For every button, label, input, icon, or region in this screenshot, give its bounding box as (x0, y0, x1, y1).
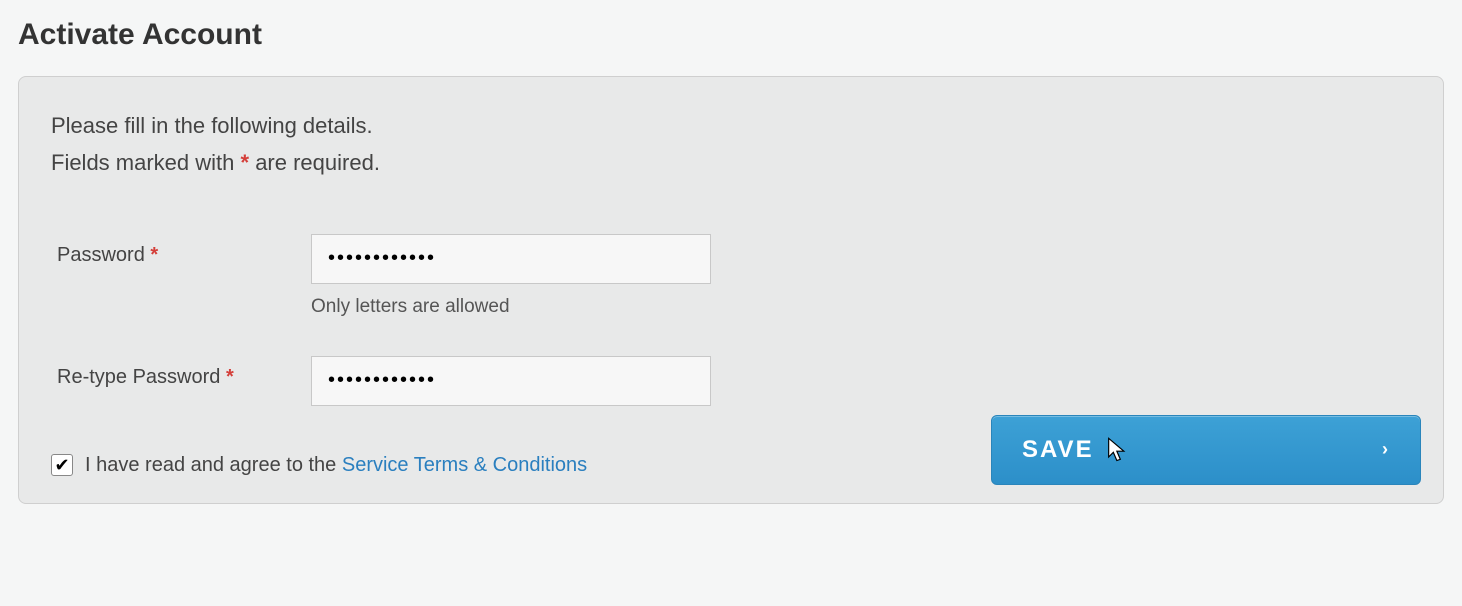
instructions-line2-before: Fields marked with (51, 150, 241, 175)
instructions-line1: Please fill in the following details. (51, 107, 1411, 144)
save-button-label: SAVE (1022, 436, 1094, 464)
password-hint: Only letters are allowed (311, 296, 711, 318)
agree-text-before: I have read and agree to the (85, 454, 342, 476)
instructions-line2-after: are required. (249, 150, 380, 175)
instructions-line2: Fields marked with * are required. (51, 144, 1411, 181)
agree-text: I have read and agree to the Service Ter… (85, 454, 587, 477)
password-input[interactable] (311, 234, 711, 284)
retype-label-text: Re-type Password (57, 366, 226, 388)
page-title: Activate Account (18, 0, 1444, 76)
retype-required-mark: * (226, 366, 234, 388)
terms-link[interactable]: Service Terms & Conditions (342, 454, 587, 476)
form-panel: Please fill in the following details. Fi… (18, 76, 1444, 504)
password-row: Password * Only letters are allowed (51, 234, 1411, 346)
agree-checkbox[interactable]: ✔ (51, 454, 73, 476)
cursor-icon (1104, 436, 1132, 464)
password-input-col: Only letters are allowed (311, 234, 711, 346)
retype-input-col (311, 356, 711, 444)
retype-password-input[interactable] (311, 356, 711, 406)
required-asterisk: * (241, 150, 250, 175)
instructions: Please fill in the following details. Fi… (51, 107, 1411, 182)
retype-password-label: Re-type Password * (51, 356, 311, 389)
password-label-text: Password (57, 244, 150, 266)
save-button[interactable]: SAVE › (991, 415, 1421, 485)
chevron-right-icon: › (1382, 439, 1390, 460)
password-label: Password * (51, 234, 311, 267)
password-required-mark: * (150, 244, 158, 266)
